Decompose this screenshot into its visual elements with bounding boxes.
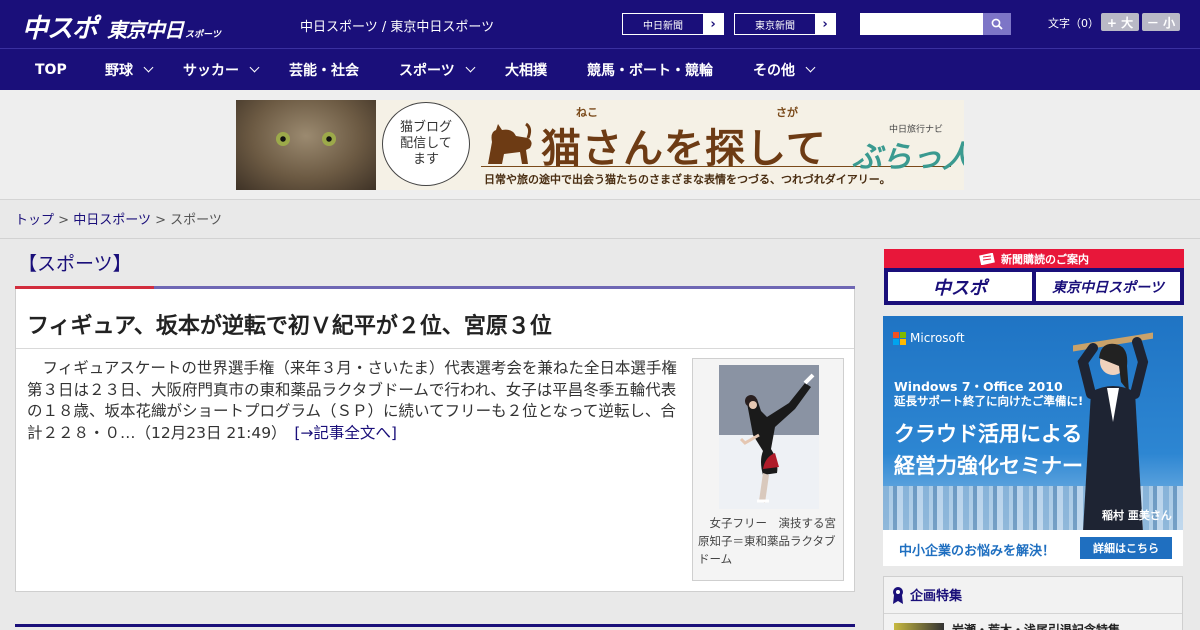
microsoft-ad[interactable]: Microsoft Windows 7・Office 2010 延長サポート終了… — [883, 316, 1183, 566]
nav-item-label: 大相撲 — [505, 62, 547, 79]
feature-thumbnail — [894, 622, 944, 630]
article-timestamp: （12月23日 21:49） — [135, 423, 279, 442]
photo-caption: 女子フリー 演技する宮原知子＝東和薬品ラクタブドーム — [698, 516, 836, 566]
font-decrease-button[interactable]: － 小 — [1142, 13, 1180, 31]
card-accent-blue — [154, 286, 855, 289]
ad-person-name: 稲村 亜美さん — [1102, 509, 1172, 522]
font-increase-button[interactable]: + 大 — [1101, 13, 1139, 31]
nav-item-label: その他 — [753, 62, 795, 79]
article-title[interactable]: フィギュア、坂本が逆転で初Ｖ紀平が２位、宮原３位 — [27, 308, 552, 340]
feature-header: 企画特集 — [892, 585, 962, 604]
nav-item-racing[interactable]: 競馬・ボート・競輪 — [587, 49, 713, 90]
tokyo-shimbun-label: 東京新聞 — [755, 20, 795, 32]
subscription-box: 新聞購読のご案内 中スポ 東京中日スポーツ — [884, 249, 1184, 305]
logo-sports: スポーツ — [185, 30, 221, 40]
logo-tokyo-chunichi: 東京中日 — [107, 18, 184, 42]
breadcrumb-separator: > — [58, 213, 70, 228]
ad-person-figure — [1073, 332, 1153, 532]
chevron-down-icon — [143, 62, 154, 73]
ad-footer: 中小企業のお悩みを解決！ 詳細はこちら — [883, 530, 1183, 566]
nav-item-label: サッカー — [183, 62, 239, 79]
breadcrumb: トップ > 中日スポーツ > スポーツ — [15, 209, 222, 228]
nav-item-sumo[interactable]: 大相撲 — [505, 49, 547, 90]
feature-header-label: 企画特集 — [910, 589, 963, 604]
feature-item-label: 岩瀬・荒木・浅尾引退記念特集 — [952, 623, 1121, 630]
ribbon-icon — [893, 586, 903, 604]
chevron-down-icon — [805, 62, 816, 73]
site-header: 中スポ 東京中日 スポーツ 中日スポーツ / 東京中日スポーツ 中日新聞 › 東… — [0, 0, 1200, 48]
font-size-label: 文字（0） — [1048, 17, 1099, 30]
cat-blog-banner[interactable]: 猫ブログ 配信して ます ねこ さが 猫さんを探して 日常や旅の途中で出会う猫た… — [236, 100, 964, 190]
nav-item-label: 芸能・社会 — [289, 62, 359, 79]
photo-box: 女子フリー 演技する宮原知子＝東和薬品ラクタブドーム — [692, 358, 844, 581]
article-summary: フィギュアスケートの世界選手権（来年３月・さいたま）代表選考会を兼ねた全日本選手… — [27, 358, 683, 444]
cat-photo — [236, 100, 376, 190]
article-photo[interactable] — [719, 365, 819, 509]
tokyo-shimbun-link[interactable]: 東京新聞 › — [734, 13, 836, 35]
feature-box: 企画特集 岩瀬・荒木・浅尾引退記念特集 — [883, 576, 1183, 630]
site-logo[interactable]: 中スポ 東京中日 スポーツ — [22, 8, 221, 45]
nav-item-others[interactable]: その他 — [753, 49, 816, 90]
logo-chusupo: 中スポ — [22, 14, 98, 44]
ad-line2: 延長サポート終了に向けたご準備に! — [894, 394, 1084, 408]
nav-item-label: スポーツ — [399, 62, 455, 79]
nav-item-entertainment[interactable]: 芸能・社会 — [289, 49, 359, 90]
feature-divider — [884, 613, 1182, 614]
chevron-right-icon: › — [815, 14, 835, 34]
chevron-down-icon — [465, 62, 476, 73]
banner-subtitle: 日常や旅の途中で出会う猫たちのさまざまな表情をつづる、つれづれダイアリー。 — [484, 173, 891, 186]
bubble-text: 猫ブログ 配信して ます — [399, 119, 452, 168]
banner-area: 猫ブログ 配信して ます ねこ さが 猫さんを探して 日常や旅の途中で出会う猫た… — [0, 90, 1200, 200]
subscription-header-label: 新聞購読のご案内 — [1001, 252, 1089, 266]
cat-eye — [276, 132, 290, 146]
skater-figure — [719, 365, 819, 509]
search-input[interactable] — [860, 13, 983, 35]
breadcrumb-divider — [0, 238, 1200, 239]
subscription-header: 新聞購読のご案内 — [884, 249, 1184, 268]
article-card: フィギュア、坂本が逆転で初Ｖ紀平が２位、宮原３位 フィギュアスケートの世界選手権… — [15, 286, 855, 592]
chevron-down-icon — [249, 62, 260, 73]
nav-item-label: 競馬・ボート・競輪 — [587, 62, 713, 79]
nav-item-label: TOP — [35, 61, 67, 78]
subscribe-chusupo-button[interactable]: 中スポ — [888, 272, 1032, 301]
breadcrumb-current: スポーツ — [170, 213, 222, 228]
chunichi-shimbun-link[interactable]: 中日新聞 › — [622, 13, 724, 35]
breadcrumb-separator: > — [155, 213, 166, 228]
speech-bubble: 猫ブログ 配信して ます — [382, 102, 470, 186]
next-section-bar — [15, 624, 855, 627]
breadcrumb-chunichi-sports[interactable]: 中日スポーツ — [73, 213, 151, 228]
search-button[interactable] — [983, 13, 1011, 35]
chevron-right-icon: › — [703, 14, 723, 34]
ad-brand: Microsoft — [910, 331, 965, 345]
microsoft-logo-icon — [893, 332, 906, 345]
subscribe-tokyo-chunichi-button[interactable]: 東京中日スポーツ — [1036, 272, 1180, 301]
ad-footer-text: 中小企業のお悩みを解決！ — [899, 544, 1056, 559]
chunichi-shimbun-label: 中日新聞 — [643, 20, 683, 32]
nav-item-baseball[interactable]: 野球 — [105, 49, 154, 90]
site-name-link[interactable]: 中日スポーツ / 東京中日スポーツ — [300, 16, 494, 35]
ad-line4: 経営力強化セミナー — [894, 454, 1083, 478]
section-heading: 【スポーツ】 — [18, 253, 132, 275]
nav-item-top[interactable]: TOP — [35, 49, 67, 90]
nav-item-label: 野球 — [105, 62, 133, 79]
ad-line3: クラウド活用による — [894, 422, 1083, 446]
card-accent-red — [15, 286, 154, 289]
ad-details-button[interactable]: 詳細はこちら — [1080, 537, 1172, 559]
breadcrumb-top[interactable]: トップ — [15, 213, 54, 228]
nav-item-sports[interactable]: スポーツ — [399, 49, 476, 90]
read-more-link[interactable]: [→記事全文へ] — [294, 424, 397, 442]
card-divider — [16, 348, 854, 349]
banner-brand: ぶらっ人 — [852, 140, 964, 175]
search-icon — [991, 18, 1003, 30]
cat-silhouette-icon — [488, 122, 532, 164]
main-nav: TOP 野球 サッカー 芸能・社会 スポーツ 大相撲 競馬・ボート・競輪 その他 — [0, 48, 1200, 90]
cat-eye — [322, 132, 336, 146]
newspaper-icon — [979, 252, 995, 265]
nav-item-soccer[interactable]: サッカー — [183, 49, 260, 90]
feature-item[interactable]: 岩瀬・荒木・浅尾引退記念特集 — [894, 621, 1120, 630]
